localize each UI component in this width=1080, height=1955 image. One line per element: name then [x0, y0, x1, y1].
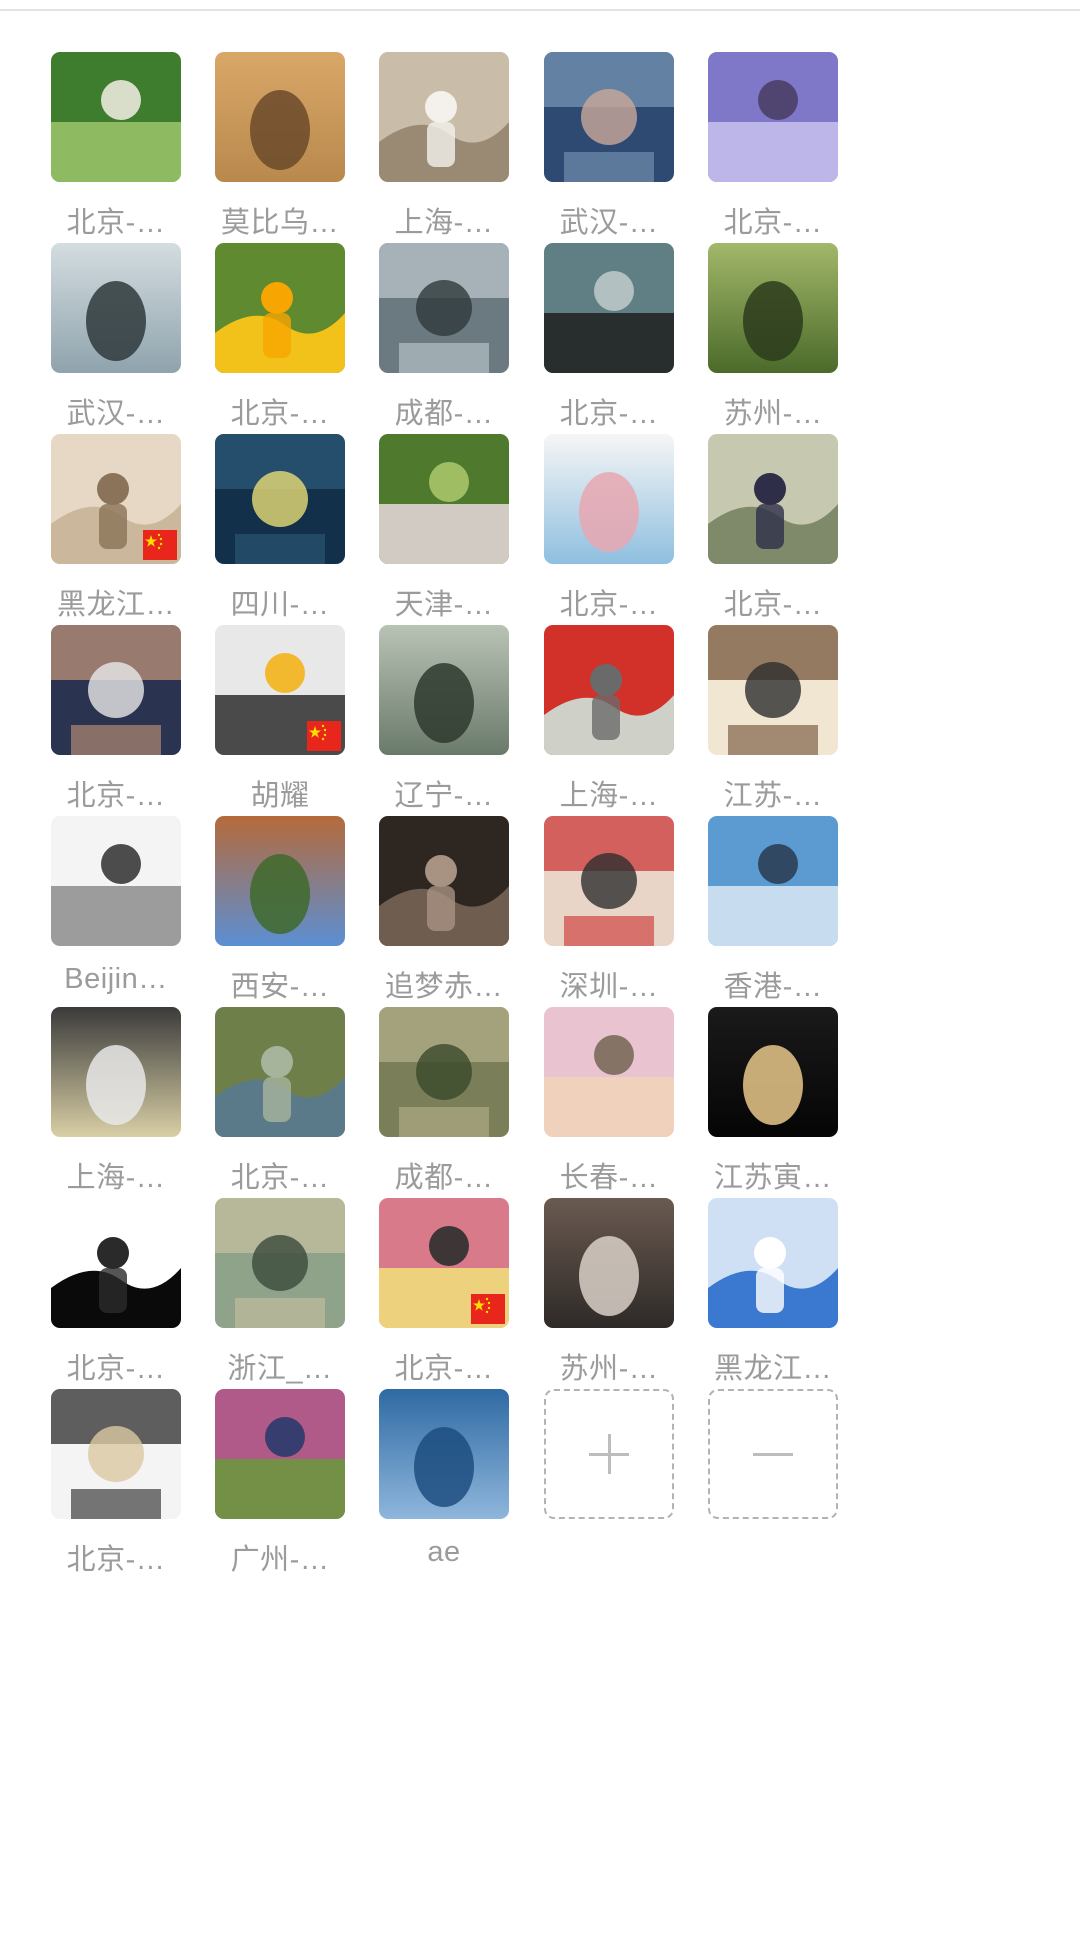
member-avatar[interactable]	[51, 243, 181, 373]
member-avatar[interactable]	[51, 816, 181, 946]
member-avatar[interactable]	[215, 625, 345, 755]
member-item[interactable]: 北京-…	[657, 434, 862, 634]
member-avatar[interactable]	[51, 1198, 181, 1328]
member-name: 江苏寅…	[713, 1162, 832, 1194]
member-item[interactable]: 黑龙江…	[657, 1198, 862, 1398]
member-avatar[interactable]	[544, 52, 674, 182]
member-avatar[interactable]	[544, 1007, 674, 1137]
member-avatar[interactable]	[379, 243, 509, 373]
member-avatar[interactable]	[51, 625, 181, 755]
member-avatar[interactable]	[51, 434, 181, 564]
member-item[interactable]: 香港-…	[657, 816, 862, 1016]
member-avatar[interactable]	[708, 816, 838, 946]
member-avatar[interactable]	[708, 1198, 838, 1328]
member-avatar[interactable]	[708, 625, 838, 755]
member-avatar[interactable]	[544, 434, 674, 564]
member-avatar[interactable]	[379, 1007, 509, 1137]
member-avatar[interactable]	[51, 1007, 181, 1137]
member-name: 苏州-…	[723, 398, 823, 430]
remove-member-button[interactable]	[657, 1389, 862, 1589]
member-name: 北京-…	[723, 207, 823, 239]
member-avatar[interactable]	[215, 434, 345, 564]
member-avatar[interactable]	[379, 1198, 509, 1328]
member-avatar[interactable]	[708, 434, 838, 564]
member-avatar[interactable]	[708, 1007, 838, 1137]
member-avatar[interactable]	[544, 816, 674, 946]
plus-icon[interactable]	[544, 1389, 674, 1519]
member-avatar[interactable]	[215, 1389, 345, 1519]
member-grid: 北京-… 莫比乌… 上海-… 武汉-… 北京-… 武汉-… 北京-… 成都-… …	[0, 0, 1080, 1955]
member-avatar[interactable]	[379, 52, 509, 182]
member-item[interactable]: 江苏寅…	[657, 1007, 862, 1207]
member-avatar[interactable]	[215, 1007, 345, 1137]
member-name: 黑龙江…	[713, 1353, 832, 1385]
member-avatar[interactable]	[708, 52, 838, 182]
member-avatar[interactable]	[51, 1389, 181, 1519]
minus-icon[interactable]	[708, 1389, 838, 1519]
member-avatar[interactable]	[708, 243, 838, 373]
member-avatar[interactable]	[215, 1198, 345, 1328]
member-avatar[interactable]	[215, 243, 345, 373]
member-avatar[interactable]	[379, 625, 509, 755]
member-avatar[interactable]	[379, 1389, 509, 1519]
member-avatar[interactable]	[51, 52, 181, 182]
member-avatar[interactable]	[379, 434, 509, 564]
member-item[interactable]: 江苏-…	[657, 625, 862, 825]
member-avatar[interactable]	[215, 52, 345, 182]
member-name: 香港-…	[723, 971, 823, 1003]
member-name: 江苏-…	[723, 780, 823, 812]
member-name: 北京-…	[723, 589, 823, 621]
member-avatar[interactable]	[215, 816, 345, 946]
member-avatar[interactable]	[544, 243, 674, 373]
member-item[interactable]: 苏州-…	[657, 243, 862, 443]
member-avatar[interactable]	[379, 816, 509, 946]
member-avatar[interactable]	[544, 625, 674, 755]
member-avatar[interactable]	[544, 1198, 674, 1328]
member-item[interactable]: 北京-…	[657, 52, 862, 252]
